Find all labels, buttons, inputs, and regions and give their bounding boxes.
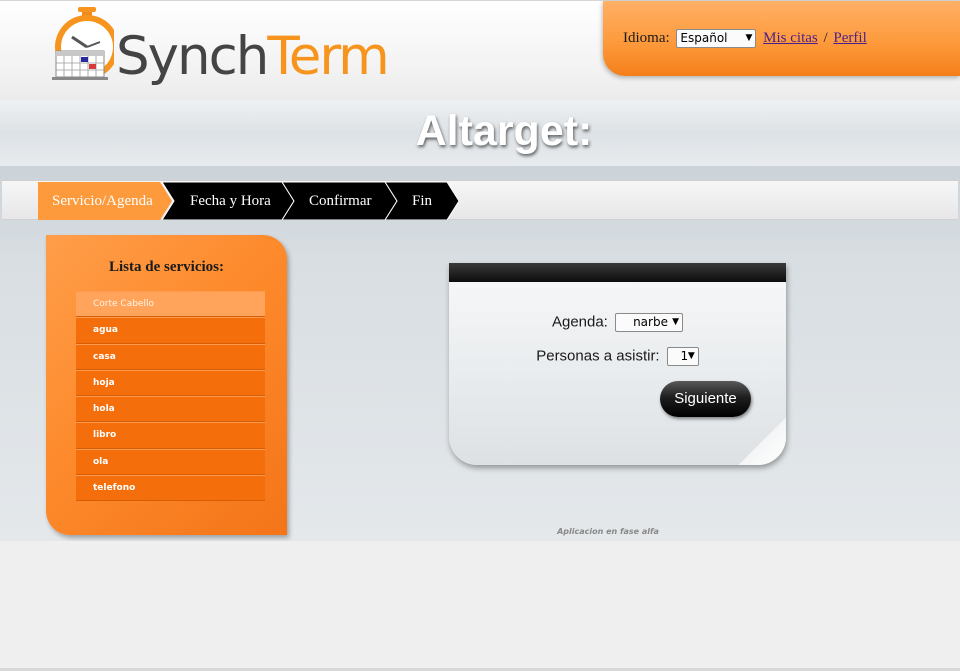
- services-panel: Lista de servicios: Corte Cabello agua c…: [46, 235, 287, 535]
- page-bottom: [0, 541, 960, 671]
- language-panel: Idioma: Español ▼ Mis citas / Perfil: [603, 1, 960, 76]
- page-curl-decoration: [738, 417, 786, 465]
- agenda-select[interactable]: narbe ▼: [615, 313, 684, 332]
- chevron-down-icon: ▼: [687, 351, 695, 361]
- services-title: Lista de servicios:: [109, 259, 224, 275]
- next-button[interactable]: Siguiente: [660, 381, 751, 417]
- main-content: Servicio/Agenda Fecha y Hora Confirmar F…: [0, 166, 960, 541]
- agenda-row: Agenda: narbe ▼: [449, 313, 786, 332]
- language-row: Idioma: Español ▼ Mis citas / Perfil: [623, 29, 867, 48]
- chevron-down-icon: ▼: [672, 317, 680, 327]
- persons-select[interactable]: 1 ▼: [666, 347, 699, 366]
- language-select[interactable]: Español ▼: [676, 29, 757, 48]
- my-appointments-link[interactable]: Mis citas: [763, 30, 818, 46]
- service-item-agua[interactable]: agua: [76, 317, 265, 344]
- booking-form-card: Agenda: narbe ▼ Personas a asistir: 1 ▼ Si…: [449, 263, 786, 465]
- persons-label: Personas a asistir:: [536, 347, 660, 365]
- service-item-libro[interactable]: libro: [76, 422, 265, 449]
- language-label: Idioma:: [623, 29, 670, 46]
- agenda-label: Agenda:: [551, 313, 608, 331]
- step-confirmar[interactable]: Confirmar: [282, 182, 397, 220]
- logo-wordmark: SynchTerm: [116, 26, 390, 87]
- synchterm-logo[interactable]: SynchTerm: [48, 7, 390, 89]
- profile-link[interactable]: Perfil: [833, 30, 866, 46]
- link-separator: /: [823, 29, 828, 46]
- service-item-corte-cabello[interactable]: Corte Cabello: [76, 291, 265, 318]
- services-list: Corte Cabello agua casa hoja hola libro …: [76, 291, 265, 502]
- step-fin[interactable]: Fin: [385, 182, 459, 220]
- service-item-casa[interactable]: casa: [76, 343, 265, 370]
- service-item-hola[interactable]: hola: [76, 396, 265, 423]
- service-item-telefono[interactable]: telefono: [76, 475, 265, 502]
- step-servicio-agenda[interactable]: Servicio/Agenda: [38, 182, 172, 220]
- footer-note: Aplicacion en fase alfa: [557, 527, 659, 536]
- header: SynchTerm Idioma: Español ▼ Mis citas / P…: [0, 0, 960, 100]
- service-item-hoja[interactable]: hoja: [76, 369, 265, 397]
- service-item-ola[interactable]: ola: [76, 448, 265, 476]
- title-band: Altarget:: [0, 100, 960, 166]
- page-title: Altarget:: [415, 107, 593, 155]
- persons-row: Personas a asistir: 1 ▼: [449, 347, 786, 366]
- chevron-down-icon: ▼: [745, 33, 753, 43]
- step-fecha-hora[interactable]: Fecha y Hora: [162, 182, 294, 220]
- clock-calendar-icon: [52, 7, 114, 80]
- form-card-header-bar: [449, 263, 786, 282]
- steps-breadcrumb: Servicio/Agenda Fecha y Hora Confirmar F…: [2, 180, 958, 220]
